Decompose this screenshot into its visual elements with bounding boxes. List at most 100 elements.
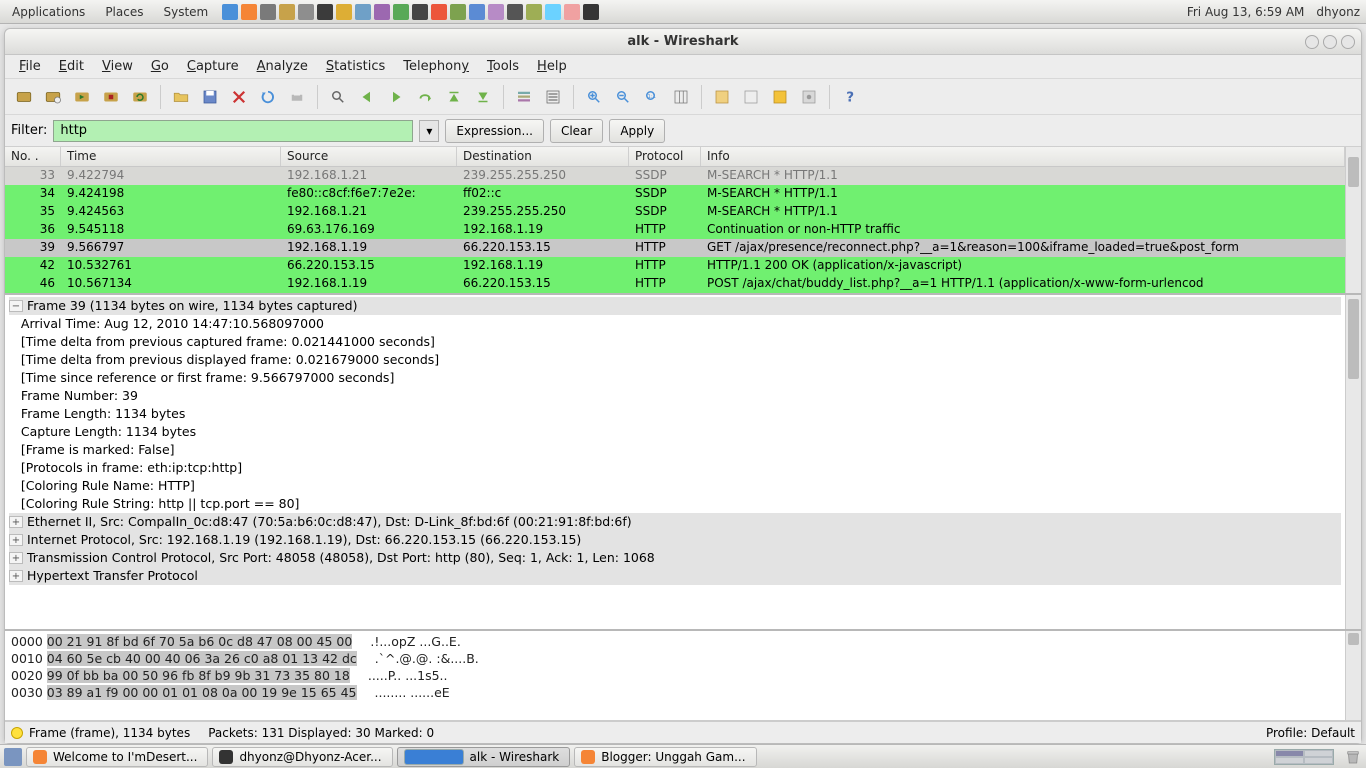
zoom-100-icon[interactable]: 1:1 bbox=[639, 84, 665, 110]
zoom-in-icon[interactable] bbox=[581, 84, 607, 110]
launcher-icon[interactable] bbox=[507, 4, 523, 20]
user-name[interactable]: dhyonz bbox=[1316, 5, 1360, 19]
packet-row[interactable]: 4610.567134192.168.1.1966.220.153.15HTTP… bbox=[5, 275, 1345, 293]
gnome-system[interactable]: System bbox=[157, 3, 214, 21]
window-close[interactable] bbox=[1341, 35, 1355, 49]
packet-row[interactable]: 359.424563192.168.1.21239.255.255.250SSD… bbox=[5, 203, 1345, 221]
gnome-places[interactable]: Places bbox=[99, 3, 149, 21]
window-maximize[interactable] bbox=[1323, 35, 1337, 49]
launcher-icon[interactable] bbox=[412, 4, 428, 20]
packet-list-body[interactable]: 339.422794192.168.1.21239.255.255.250SSD… bbox=[5, 167, 1345, 293]
resize-columns-icon[interactable] bbox=[668, 84, 694, 110]
frame-header[interactable]: Frame 39 (1134 bytes on wire, 1134 bytes… bbox=[27, 298, 357, 313]
go-first-icon[interactable] bbox=[441, 84, 467, 110]
detail-line[interactable]: Arrival Time: Aug 12, 2010 14:47:10.5680… bbox=[9, 315, 1341, 333]
detail-line[interactable]: [Time delta from previous captured frame… bbox=[9, 333, 1341, 351]
launcher-icon[interactable] bbox=[488, 4, 504, 20]
reload-icon[interactable] bbox=[255, 84, 281, 110]
close-icon[interactable] bbox=[226, 84, 252, 110]
launcher-icon[interactable] bbox=[298, 4, 314, 20]
hex-line[interactable]: 0020 99 0f bb ba 00 50 96 fb 8f b9 9b 31… bbox=[11, 667, 1339, 684]
launcher-icon[interactable] bbox=[260, 4, 276, 20]
trash-icon[interactable] bbox=[1344, 748, 1362, 766]
launcher-icon[interactable] bbox=[355, 4, 371, 20]
expert-info-icon[interactable] bbox=[11, 727, 23, 739]
clock[interactable]: Fri Aug 13, 6:59 AM bbox=[1187, 5, 1305, 19]
window-titlebar[interactable]: alk - Wireshark bbox=[5, 29, 1361, 55]
status-profile[interactable]: Profile: Default bbox=[1266, 726, 1355, 740]
collapse-icon[interactable]: − bbox=[9, 300, 23, 312]
tcp-header[interactable]: Transmission Control Protocol, Src Port:… bbox=[27, 550, 655, 565]
task-blogger[interactable]: Blogger: Unggah Gam... bbox=[574, 747, 756, 767]
window-minimize[interactable] bbox=[1305, 35, 1319, 49]
packet-row[interactable]: 369.54511869.63.176.169192.168.1.19HTTPC… bbox=[5, 221, 1345, 239]
packet-row[interactable]: 399.566797192.168.1.1966.220.153.15HTTPG… bbox=[5, 239, 1345, 257]
detail-line[interactable]: [Coloring Rule String: http || tcp.port … bbox=[9, 495, 1341, 513]
packet-row[interactable]: 339.422794192.168.1.21239.255.255.250SSD… bbox=[5, 167, 1345, 185]
col-info[interactable]: Info bbox=[701, 147, 1345, 166]
launcher-icon[interactable] bbox=[564, 4, 580, 20]
packet-details-tree[interactable]: −Frame 39 (1134 bytes on wire, 1134 byte… bbox=[5, 295, 1345, 629]
go-last-icon[interactable] bbox=[470, 84, 496, 110]
filter-dropdown-icon[interactable]: ▾ bbox=[419, 120, 439, 142]
detail-line[interactable]: [Time since reference or first frame: 9.… bbox=[9, 369, 1341, 387]
expand-icon[interactable]: + bbox=[9, 534, 23, 546]
launcher-icon[interactable] bbox=[279, 4, 295, 20]
detail-line[interactable]: Capture Length: 1134 bytes bbox=[9, 423, 1341, 441]
detail-line[interactable]: [Time delta from previous displayed fram… bbox=[9, 351, 1341, 369]
launcher-icon[interactable] bbox=[374, 4, 390, 20]
task-firefox[interactable]: Welcome to I'mDesert... bbox=[26, 747, 208, 767]
expand-icon[interactable]: + bbox=[9, 552, 23, 564]
menu-help[interactable]: Help bbox=[529, 56, 575, 77]
gnome-apps[interactable]: Applications bbox=[6, 3, 91, 21]
launcher-icon[interactable] bbox=[583, 4, 599, 20]
packet-row[interactable]: 4210.53276166.220.153.15192.168.1.19HTTP… bbox=[5, 257, 1345, 275]
save-icon[interactable] bbox=[197, 84, 223, 110]
menu-tools[interactable]: Tools bbox=[479, 56, 527, 77]
hex-dump[interactable]: 0000 00 21 91 8f bd 6f 70 5a b6 0c d8 47… bbox=[5, 631, 1345, 720]
filter-input[interactable] bbox=[53, 120, 413, 142]
launcher-icon[interactable] bbox=[526, 4, 542, 20]
help-icon[interactable]: ? bbox=[837, 84, 863, 110]
menu-go[interactable]: Go bbox=[143, 56, 177, 77]
menu-statistics[interactable]: Statistics bbox=[318, 56, 393, 77]
hex-line[interactable]: 0010 04 60 5e cb 40 00 40 06 3a 26 c0 a8… bbox=[11, 650, 1339, 667]
detail-line[interactable]: [Protocols in frame: eth:ip:tcp:http] bbox=[9, 459, 1341, 477]
col-protocol[interactable]: Protocol bbox=[629, 147, 701, 166]
col-destination[interactable]: Destination bbox=[457, 147, 629, 166]
launcher-icon[interactable] bbox=[545, 4, 561, 20]
task-terminal[interactable]: dhyonz@Dhyonz-Acer... bbox=[212, 747, 392, 767]
detail-line[interactable]: [Frame is marked: False] bbox=[9, 441, 1341, 459]
capture-filters-icon[interactable] bbox=[709, 84, 735, 110]
col-time[interactable]: Time bbox=[61, 147, 281, 166]
launcher-icon[interactable] bbox=[393, 4, 409, 20]
find-icon[interactable] bbox=[325, 84, 351, 110]
go-to-icon[interactable] bbox=[412, 84, 438, 110]
launcher-icon[interactable] bbox=[336, 4, 352, 20]
workspace-switcher[interactable] bbox=[1274, 749, 1334, 765]
detail-line[interactable]: [Coloring Rule Name: HTTP] bbox=[9, 477, 1341, 495]
expand-icon[interactable]: + bbox=[9, 516, 23, 528]
hex-line[interactable]: 0030 03 89 a1 f9 00 00 01 01 08 0a 00 19… bbox=[11, 684, 1339, 701]
menu-edit[interactable]: Edit bbox=[51, 56, 92, 77]
launcher-icon[interactable] bbox=[469, 4, 485, 20]
hex-scrollbar[interactable] bbox=[1345, 631, 1361, 720]
http-header[interactable]: Hypertext Transfer Protocol bbox=[27, 568, 198, 583]
start-capture-icon[interactable] bbox=[69, 84, 95, 110]
menu-file[interactable]: File bbox=[11, 56, 49, 77]
print-icon[interactable] bbox=[284, 84, 310, 110]
go-back-icon[interactable] bbox=[354, 84, 380, 110]
detail-line[interactable]: Frame Length: 1134 bytes bbox=[9, 405, 1341, 423]
col-no[interactable]: No. . bbox=[5, 147, 61, 166]
options-icon[interactable] bbox=[40, 84, 66, 110]
interfaces-icon[interactable] bbox=[11, 84, 37, 110]
launcher-icon[interactable] bbox=[222, 4, 238, 20]
packet-row[interactable]: 349.424198fe80::c8cf:f6e7:7e2e:ff02::cSS… bbox=[5, 185, 1345, 203]
launcher-icon[interactable] bbox=[450, 4, 466, 20]
ethernet-header[interactable]: Ethernet II, Src: CompalIn_0c:d8:47 (70:… bbox=[27, 514, 632, 529]
menu-view[interactable]: View bbox=[94, 56, 141, 77]
open-icon[interactable] bbox=[168, 84, 194, 110]
hex-line[interactable]: 0000 00 21 91 8f bd 6f 70 5a b6 0c d8 47… bbox=[11, 633, 1339, 650]
go-forward-icon[interactable] bbox=[383, 84, 409, 110]
task-wireshark[interactable]: alk - Wireshark bbox=[397, 747, 571, 767]
